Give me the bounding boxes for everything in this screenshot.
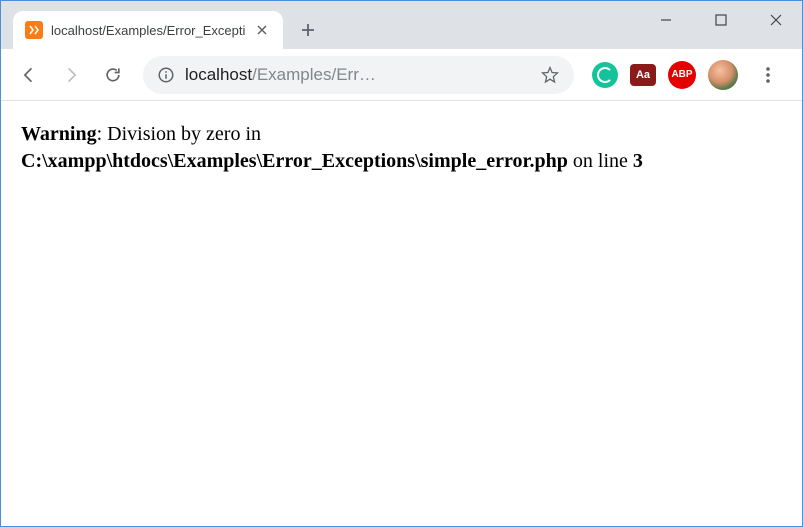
close-window-button[interactable] [748,0,803,40]
tab-strip: localhost/Examples/Error_Excepti [1,1,802,49]
url-text: localhost/Examples/Err… [185,65,530,85]
warning-line-number: 3 [633,150,643,172]
grammarly-extension-icon[interactable] [592,62,618,88]
url-host: localhost [185,65,252,84]
warning-file-path: C:\xampp\htdocs\Examples\Error_Exception… [21,150,568,172]
tab-close-button[interactable] [253,21,271,39]
new-tab-button[interactable] [293,15,323,45]
url-path: /Examples/Err… [252,65,376,84]
browser-toolbar: localhost/Examples/Err… Aa ABP [1,49,802,101]
adblock-extension-icon[interactable]: ABP [668,61,696,89]
warning-label: Warning [21,123,97,145]
maximize-button[interactable] [693,0,748,40]
forward-button[interactable] [53,57,89,93]
bookmark-star-icon[interactable] [540,65,560,85]
tab-title: localhost/Examples/Error_Excepti [51,23,245,38]
reload-button[interactable] [95,57,131,93]
php-warning-message: Warning: Division by zero in C:\xampp\ht… [21,123,643,172]
profile-avatar[interactable] [708,60,738,90]
window-controls [638,0,803,40]
dictionary-extension-icon[interactable]: Aa [630,64,656,86]
back-button[interactable] [11,57,47,93]
extensions-area: Aa ABP [586,57,792,93]
browser-menu-button[interactable] [750,57,786,93]
on-line-text: on line [568,150,633,172]
address-bar[interactable]: localhost/Examples/Err… [143,56,574,94]
site-info-icon[interactable] [157,66,175,84]
minimize-button[interactable] [638,0,693,40]
browser-tab[interactable]: localhost/Examples/Error_Excepti [13,11,283,49]
warning-text: : Division by zero in [97,123,261,145]
xampp-favicon [25,21,43,39]
page-content: Warning: Division by zero in C:\xampp\ht… [1,101,802,526]
